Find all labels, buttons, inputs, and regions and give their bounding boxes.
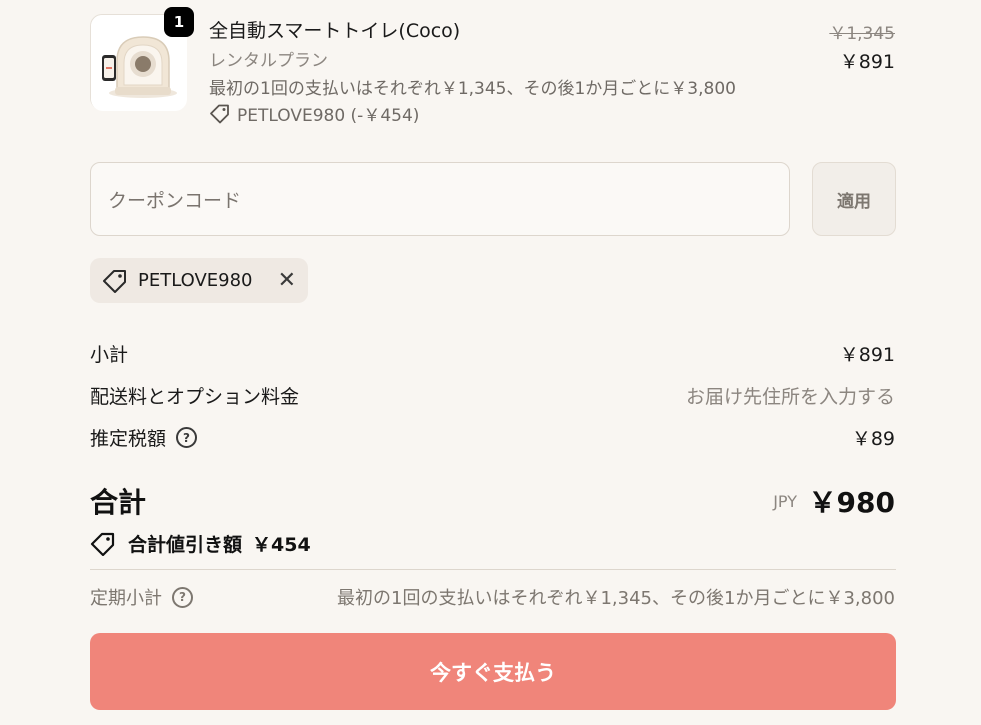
product-plan: レンタルプラン — [209, 51, 328, 71]
product-billing-description: 最初の1回の支払いはそれぞれ￥1,345、その後1か月ごとに￥3,800 — [209, 79, 736, 99]
tag-icon — [210, 104, 229, 123]
subtotal-value: ￥891 — [839, 344, 895, 366]
product-discount: PETLOVE980 (-￥454) — [209, 101, 419, 126]
tax-label: 推定税額 — [90, 428, 167, 450]
product-title: 全自動スマートトイレ(Coco) — [209, 20, 461, 42]
coupon-code-placeholder: クーポンコード — [108, 189, 242, 212]
apply-coupon-button[interactable]: 適用 — [812, 162, 896, 236]
recurring-subtotal-row-label: 定期小計 ? — [90, 584, 193, 610]
applied-coupon-chip: PETLOVE980 ✕ — [90, 258, 308, 303]
coupon-code-input[interactable]: クーポンコード — [90, 162, 790, 236]
tag-icon — [103, 269, 126, 293]
divider — [90, 569, 896, 570]
savings-value: ￥454 — [252, 534, 311, 556]
product-original-price: ￥1,345 — [829, 24, 895, 44]
total-value: ￥980 — [808, 486, 895, 519]
tax-row-label: 推定税額 ? — [90, 424, 198, 451]
pay-now-button[interactable]: 今すぐ支払う — [90, 633, 896, 710]
total-label: 合計 — [90, 486, 147, 519]
savings-label: 合計値引き額 — [128, 534, 243, 556]
shipping-label: 配送料とオプション料金 — [90, 386, 300, 408]
tax-value: ￥89 — [851, 428, 895, 450]
recurring-subtotal-label: 定期小計 — [90, 588, 162, 609]
recurring-subtotal-value: 最初の1回の支払いはそれぞれ￥1,345、その後1か月ごとに￥3,800 — [337, 588, 895, 609]
total-currency: JPY — [773, 492, 797, 511]
applied-coupon-code: PETLOVE980 — [138, 270, 253, 291]
product-discount-text: PETLOVE980 (-￥454) — [237, 106, 420, 126]
product-price: ￥891 — [839, 51, 895, 73]
subtotal-label: 小計 — [90, 344, 129, 366]
remove-coupon-close-icon[interactable]: ✕ — [278, 269, 296, 292]
total-savings: 合計値引き額 ￥454 — [90, 530, 311, 557]
help-question-icon[interactable]: ? — [172, 586, 193, 608]
quantity-badge: 1 — [164, 7, 194, 37]
help-question-icon[interactable]: ? — [176, 427, 198, 448]
tag-icon — [90, 532, 115, 556]
shipping-value: お届け先住所を入力する — [685, 386, 895, 408]
